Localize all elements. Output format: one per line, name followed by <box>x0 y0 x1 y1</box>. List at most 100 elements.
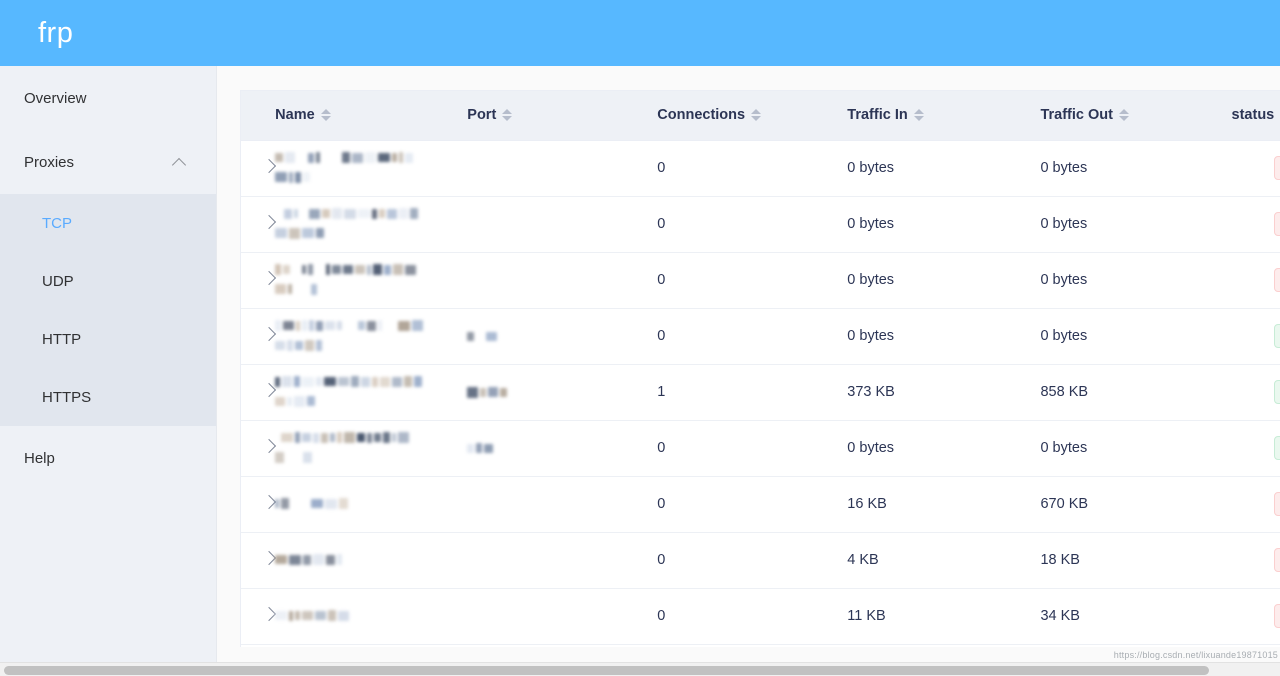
column-header-port[interactable]: Port <box>467 91 657 140</box>
cell-status: offline <box>1232 252 1280 308</box>
chevron-right-icon[interactable] <box>263 216 275 228</box>
cell-port <box>467 196 657 252</box>
sidebar-nav: Overview Proxies TCP UDP HTTP HTTPS Help <box>0 66 217 676</box>
watermark-text: https://blog.csdn.net/lixuande19871015 <box>1114 650 1278 660</box>
sort-toggle-icon[interactable] <box>321 109 331 121</box>
cell-traffic-out: 0 bytes <box>1040 420 1231 476</box>
chevron-right-icon[interactable] <box>263 440 275 452</box>
cell-name <box>275 364 467 420</box>
sidebar-subitem-udp[interactable]: UDP <box>0 252 216 310</box>
row-expand-cell[interactable] <box>241 420 275 476</box>
chevron-right-icon[interactable] <box>263 496 275 508</box>
sidebar-subitem-label: HTTP <box>42 331 81 348</box>
redacted-text <box>467 440 515 456</box>
column-header-connections[interactable]: Connections <box>657 91 847 140</box>
redacted-text <box>275 261 418 280</box>
app-logo-frp: frp <box>38 17 73 50</box>
cell-port <box>467 476 657 532</box>
row-expand-cell[interactable] <box>241 196 275 252</box>
cell-traffic-out: 670 KB <box>1040 476 1231 532</box>
sidebar-item-help[interactable]: Help <box>0 426 216 490</box>
column-header-traffic_in[interactable]: Traffic In <box>847 91 1040 140</box>
table-row[interactable]: 00 bytes0 bytesoffline <box>241 196 1280 252</box>
cell-port <box>467 308 657 364</box>
cell-traffic-in: 16 KB <box>847 476 1040 532</box>
column-header-name[interactable]: Name <box>275 91 467 140</box>
cell-connections: 1 <box>657 364 847 420</box>
chevron-right-icon[interactable] <box>263 608 275 620</box>
sidebar-item-overview[interactable]: Overview <box>0 66 216 130</box>
cell-connections: 0 <box>657 532 847 588</box>
sidebar-submenu-proxies: TCP UDP HTTP HTTPS <box>0 194 216 426</box>
cell-name <box>275 420 467 476</box>
cell-status: online <box>1232 644 1280 647</box>
redacted-text <box>275 606 351 625</box>
cell-status: offline <box>1232 532 1280 588</box>
chevron-right-icon[interactable] <box>263 552 275 564</box>
row-expand-cell[interactable] <box>241 252 275 308</box>
cell-traffic-out: 858 KB <box>1040 364 1231 420</box>
sort-toggle-icon[interactable] <box>751 109 761 121</box>
horizontal-scrollbar-thumb[interactable] <box>4 666 1209 675</box>
sidebar-subitem-tcp[interactable]: TCP <box>0 194 216 252</box>
table-row[interactable]: 00 bytes0 bytesonline <box>241 308 1280 364</box>
row-expand-cell[interactable] <box>241 476 275 532</box>
row-expand-cell[interactable] <box>241 364 275 420</box>
table-row[interactable]: 00 bytes0 bytesoffline <box>241 140 1280 196</box>
cell-port: 6000 <box>467 644 657 647</box>
column-header-label: status <box>1232 107 1275 123</box>
table-row[interactable]: 00 bytes0 bytesoffline <box>241 252 1280 308</box>
chevron-right-icon[interactable] <box>263 384 275 396</box>
sidebar-subitem-label: UDP <box>42 273 74 290</box>
redacted-text <box>467 384 517 400</box>
redacted-name-line <box>275 336 457 355</box>
sidebar-item-proxies-label: Proxies <box>24 154 74 171</box>
row-expand-cell[interactable] <box>241 588 275 644</box>
row-expand-cell[interactable] <box>241 140 275 196</box>
cell-traffic-in: 0 bytes <box>847 252 1040 308</box>
row-expand-cell[interactable] <box>241 308 275 364</box>
table-row[interactable]: 00 bytes0 bytesonline <box>241 420 1280 476</box>
table-row[interactable]: 011 KB34 KBoffline <box>241 588 1280 644</box>
row-expand-cell[interactable] <box>241 644 275 647</box>
chevron-right-icon[interactable] <box>263 328 275 340</box>
redacted-text <box>275 550 350 569</box>
redacted-name-line <box>275 494 457 513</box>
table-row[interactable]: ssh600003 KB3 KBonline <box>241 644 1280 647</box>
column-header-expand <box>241 91 275 140</box>
redacted-name-line <box>275 280 457 299</box>
status-badge: offline <box>1274 604 1280 628</box>
chevron-right-icon[interactable] <box>263 272 275 284</box>
redacted-text <box>275 280 319 299</box>
cell-connections: 0 <box>657 308 847 364</box>
redacted-name-line <box>275 392 457 411</box>
chevron-right-icon[interactable] <box>263 160 275 172</box>
sort-toggle-icon[interactable] <box>914 109 924 121</box>
sidebar-subitem-https[interactable]: HTTPS <box>0 368 216 426</box>
cell-traffic-in: 373 KB <box>847 364 1040 420</box>
sort-toggle-icon[interactable] <box>502 109 512 121</box>
horizontal-scrollbar[interactable] <box>0 662 1280 676</box>
column-header-status[interactable]: status <box>1232 91 1280 140</box>
status-badge: online <box>1274 324 1280 348</box>
redacted-text <box>275 224 326 243</box>
table-row[interactable]: 04 KB18 KBoffline <box>241 532 1280 588</box>
cell-connections: 0 <box>657 476 847 532</box>
table-row[interactable]: 016 KB670 KBoffline <box>241 476 1280 532</box>
cell-traffic-out: 34 KB <box>1040 588 1231 644</box>
proxies-table-container[interactable]: NamePortConnectionsTraffic InTraffic Out… <box>240 90 1280 647</box>
cell-traffic-out: 0 bytes <box>1040 308 1231 364</box>
cell-name <box>275 532 467 588</box>
row-expand-cell[interactable] <box>241 532 275 588</box>
sort-toggle-icon[interactable] <box>1119 109 1129 121</box>
cell-traffic-in: 3 KB <box>847 644 1040 647</box>
cell-connections: 0 <box>657 196 847 252</box>
redacted-text <box>467 328 513 344</box>
table-row[interactable]: 1373 KB858 KBonline <box>241 364 1280 420</box>
redacted-name-line <box>275 205 457 224</box>
sidebar-item-proxies[interactable]: Proxies <box>0 130 216 194</box>
column-header-traffic_out[interactable]: Traffic Out <box>1040 91 1231 140</box>
sidebar-subitem-http[interactable]: HTTP <box>0 310 216 368</box>
cell-traffic-out: 0 bytes <box>1040 252 1231 308</box>
cell-status: online <box>1232 364 1280 420</box>
